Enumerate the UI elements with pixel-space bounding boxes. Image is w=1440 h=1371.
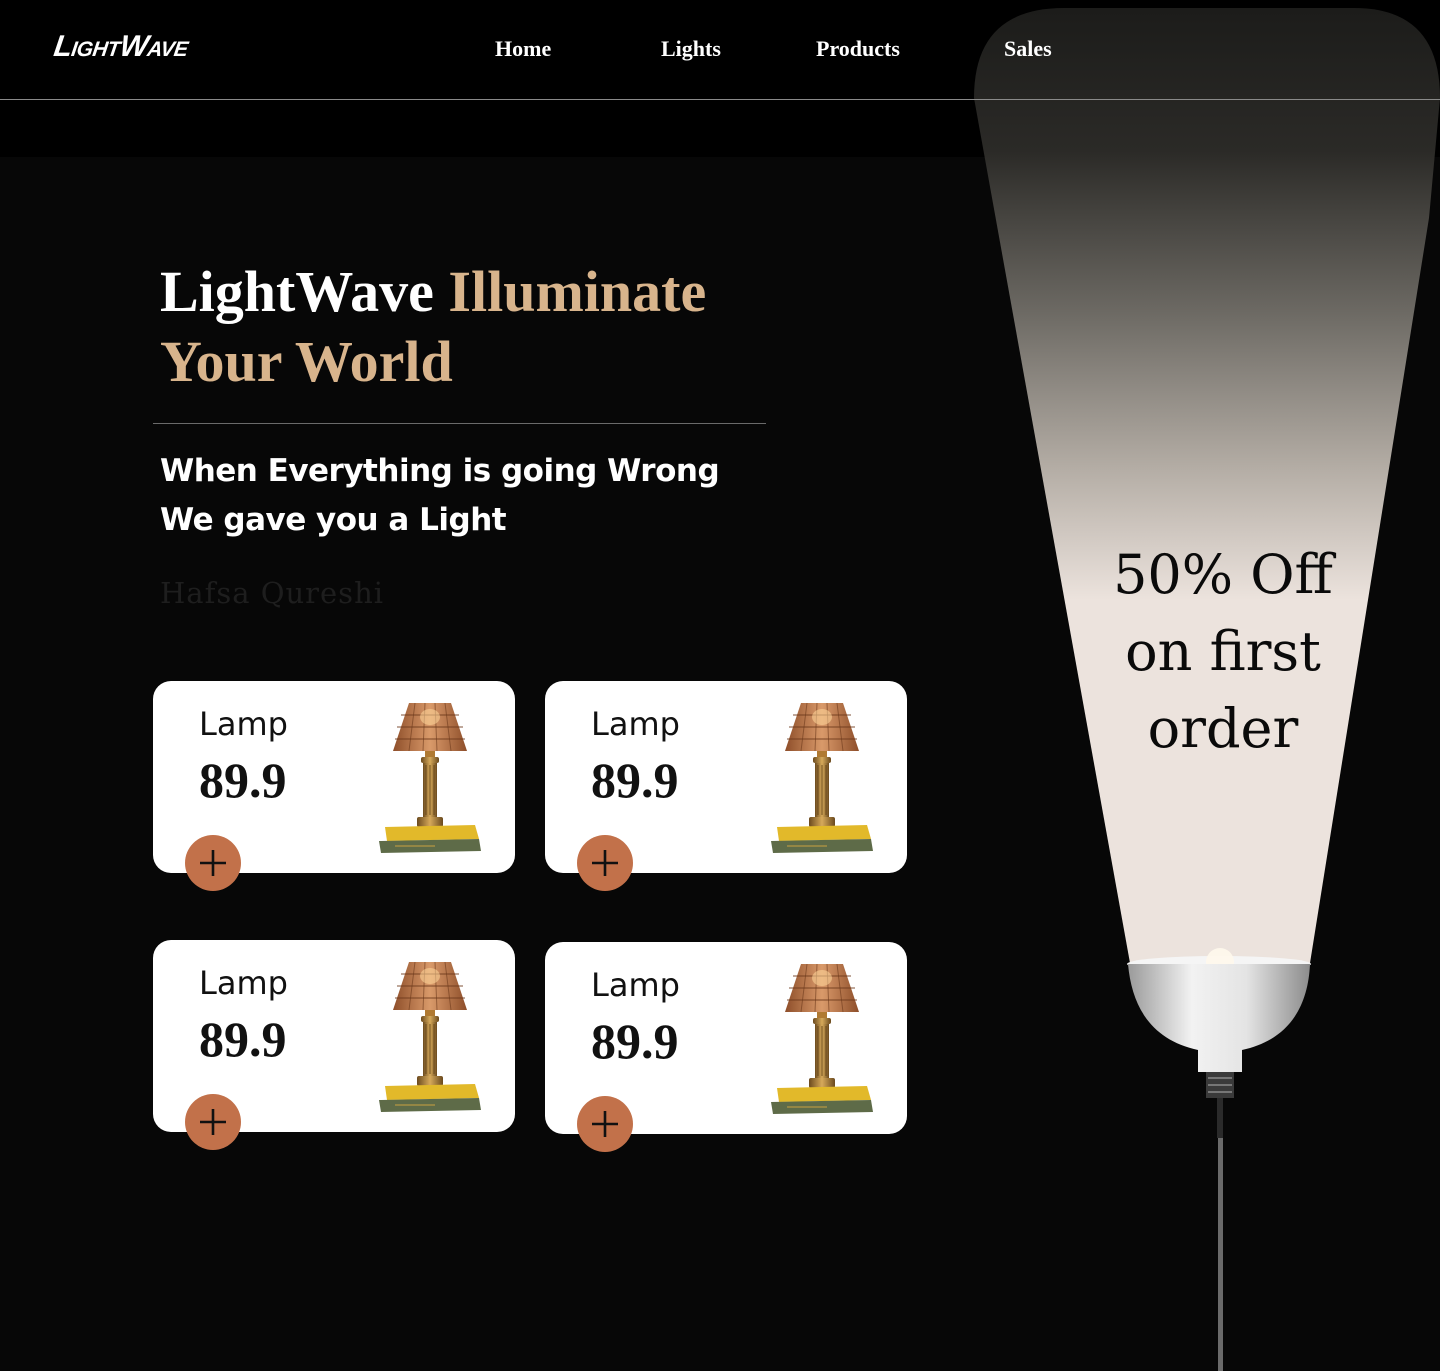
product-card[interactable]: Lamp 89.9 [153, 940, 515, 1150]
floor-lamp-illustration [1127, 948, 1311, 1371]
product-card[interactable]: Lamp 89.9 [545, 942, 907, 1152]
lamp-image [770, 702, 874, 854]
add-to-cart-button[interactable] [185, 835, 241, 891]
author-name: Hafsa Qureshi [160, 576, 385, 610]
tagline-line-1: When Everything is going Wrong [160, 453, 720, 489]
product-card[interactable]: Lamp 89.9 [545, 681, 907, 891]
header-divider [0, 99, 1440, 100]
promo-line-2: on first [1125, 620, 1321, 683]
promo-banner: 50% Off on first order [1078, 536, 1368, 767]
brand-logo[interactable]: LightWave [52, 30, 191, 64]
hero-title-brand: LightWave [160, 259, 449, 324]
promo-line-3: order [1147, 697, 1299, 760]
plus-icon [592, 850, 618, 876]
add-to-cart-button[interactable] [577, 1096, 633, 1152]
add-to-cart-button[interactable] [577, 835, 633, 891]
product-name: Lamp [199, 705, 288, 743]
promo-line-1: 50% Off [1113, 543, 1333, 606]
hero-title: LightWave Illuminate Your World [160, 257, 800, 397]
nav-lights[interactable]: Lights [661, 36, 721, 62]
lamp-image [770, 963, 874, 1115]
product-price: 89.9 [591, 752, 679, 808]
product-card[interactable]: Lamp 89.9 [153, 681, 515, 891]
product-name: Lamp [591, 705, 680, 743]
plus-icon [592, 1111, 618, 1137]
tagline-line-2: We gave you a Light [160, 502, 507, 538]
nav-home[interactable]: Home [495, 36, 551, 62]
product-price: 89.9 [199, 1011, 287, 1067]
nav-products[interactable]: Products [816, 36, 900, 62]
nav-sales[interactable]: Sales [1004, 36, 1052, 62]
product-name: Lamp [591, 966, 680, 1004]
lamp-image [378, 702, 482, 854]
product-price: 89.9 [199, 752, 287, 808]
add-to-cart-button[interactable] [185, 1094, 241, 1150]
plus-icon [200, 1109, 226, 1135]
product-name: Lamp [199, 964, 288, 1002]
plus-icon [200, 850, 226, 876]
hero-tagline: When Everything is going Wrong We gave y… [160, 447, 800, 545]
hero-divider [153, 423, 766, 424]
lamp-image [378, 961, 482, 1113]
product-price: 89.9 [591, 1013, 679, 1069]
header-bar [0, 0, 1440, 157]
